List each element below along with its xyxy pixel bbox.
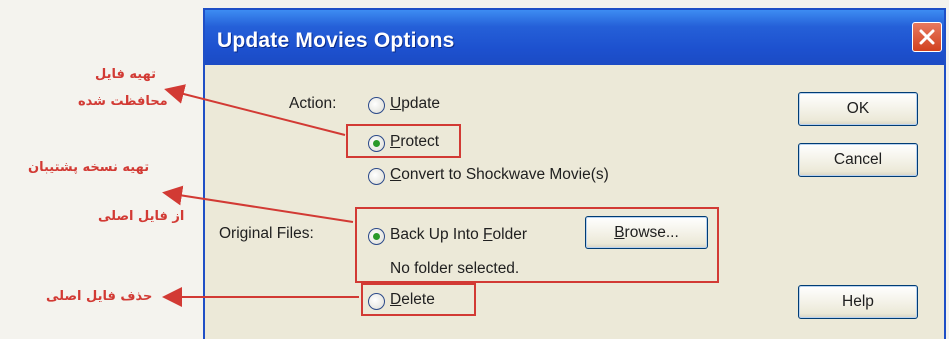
annotation-arrows [162, 84, 359, 307]
arrow-backup [162, 185, 354, 223]
arrow-protect [164, 84, 346, 136]
